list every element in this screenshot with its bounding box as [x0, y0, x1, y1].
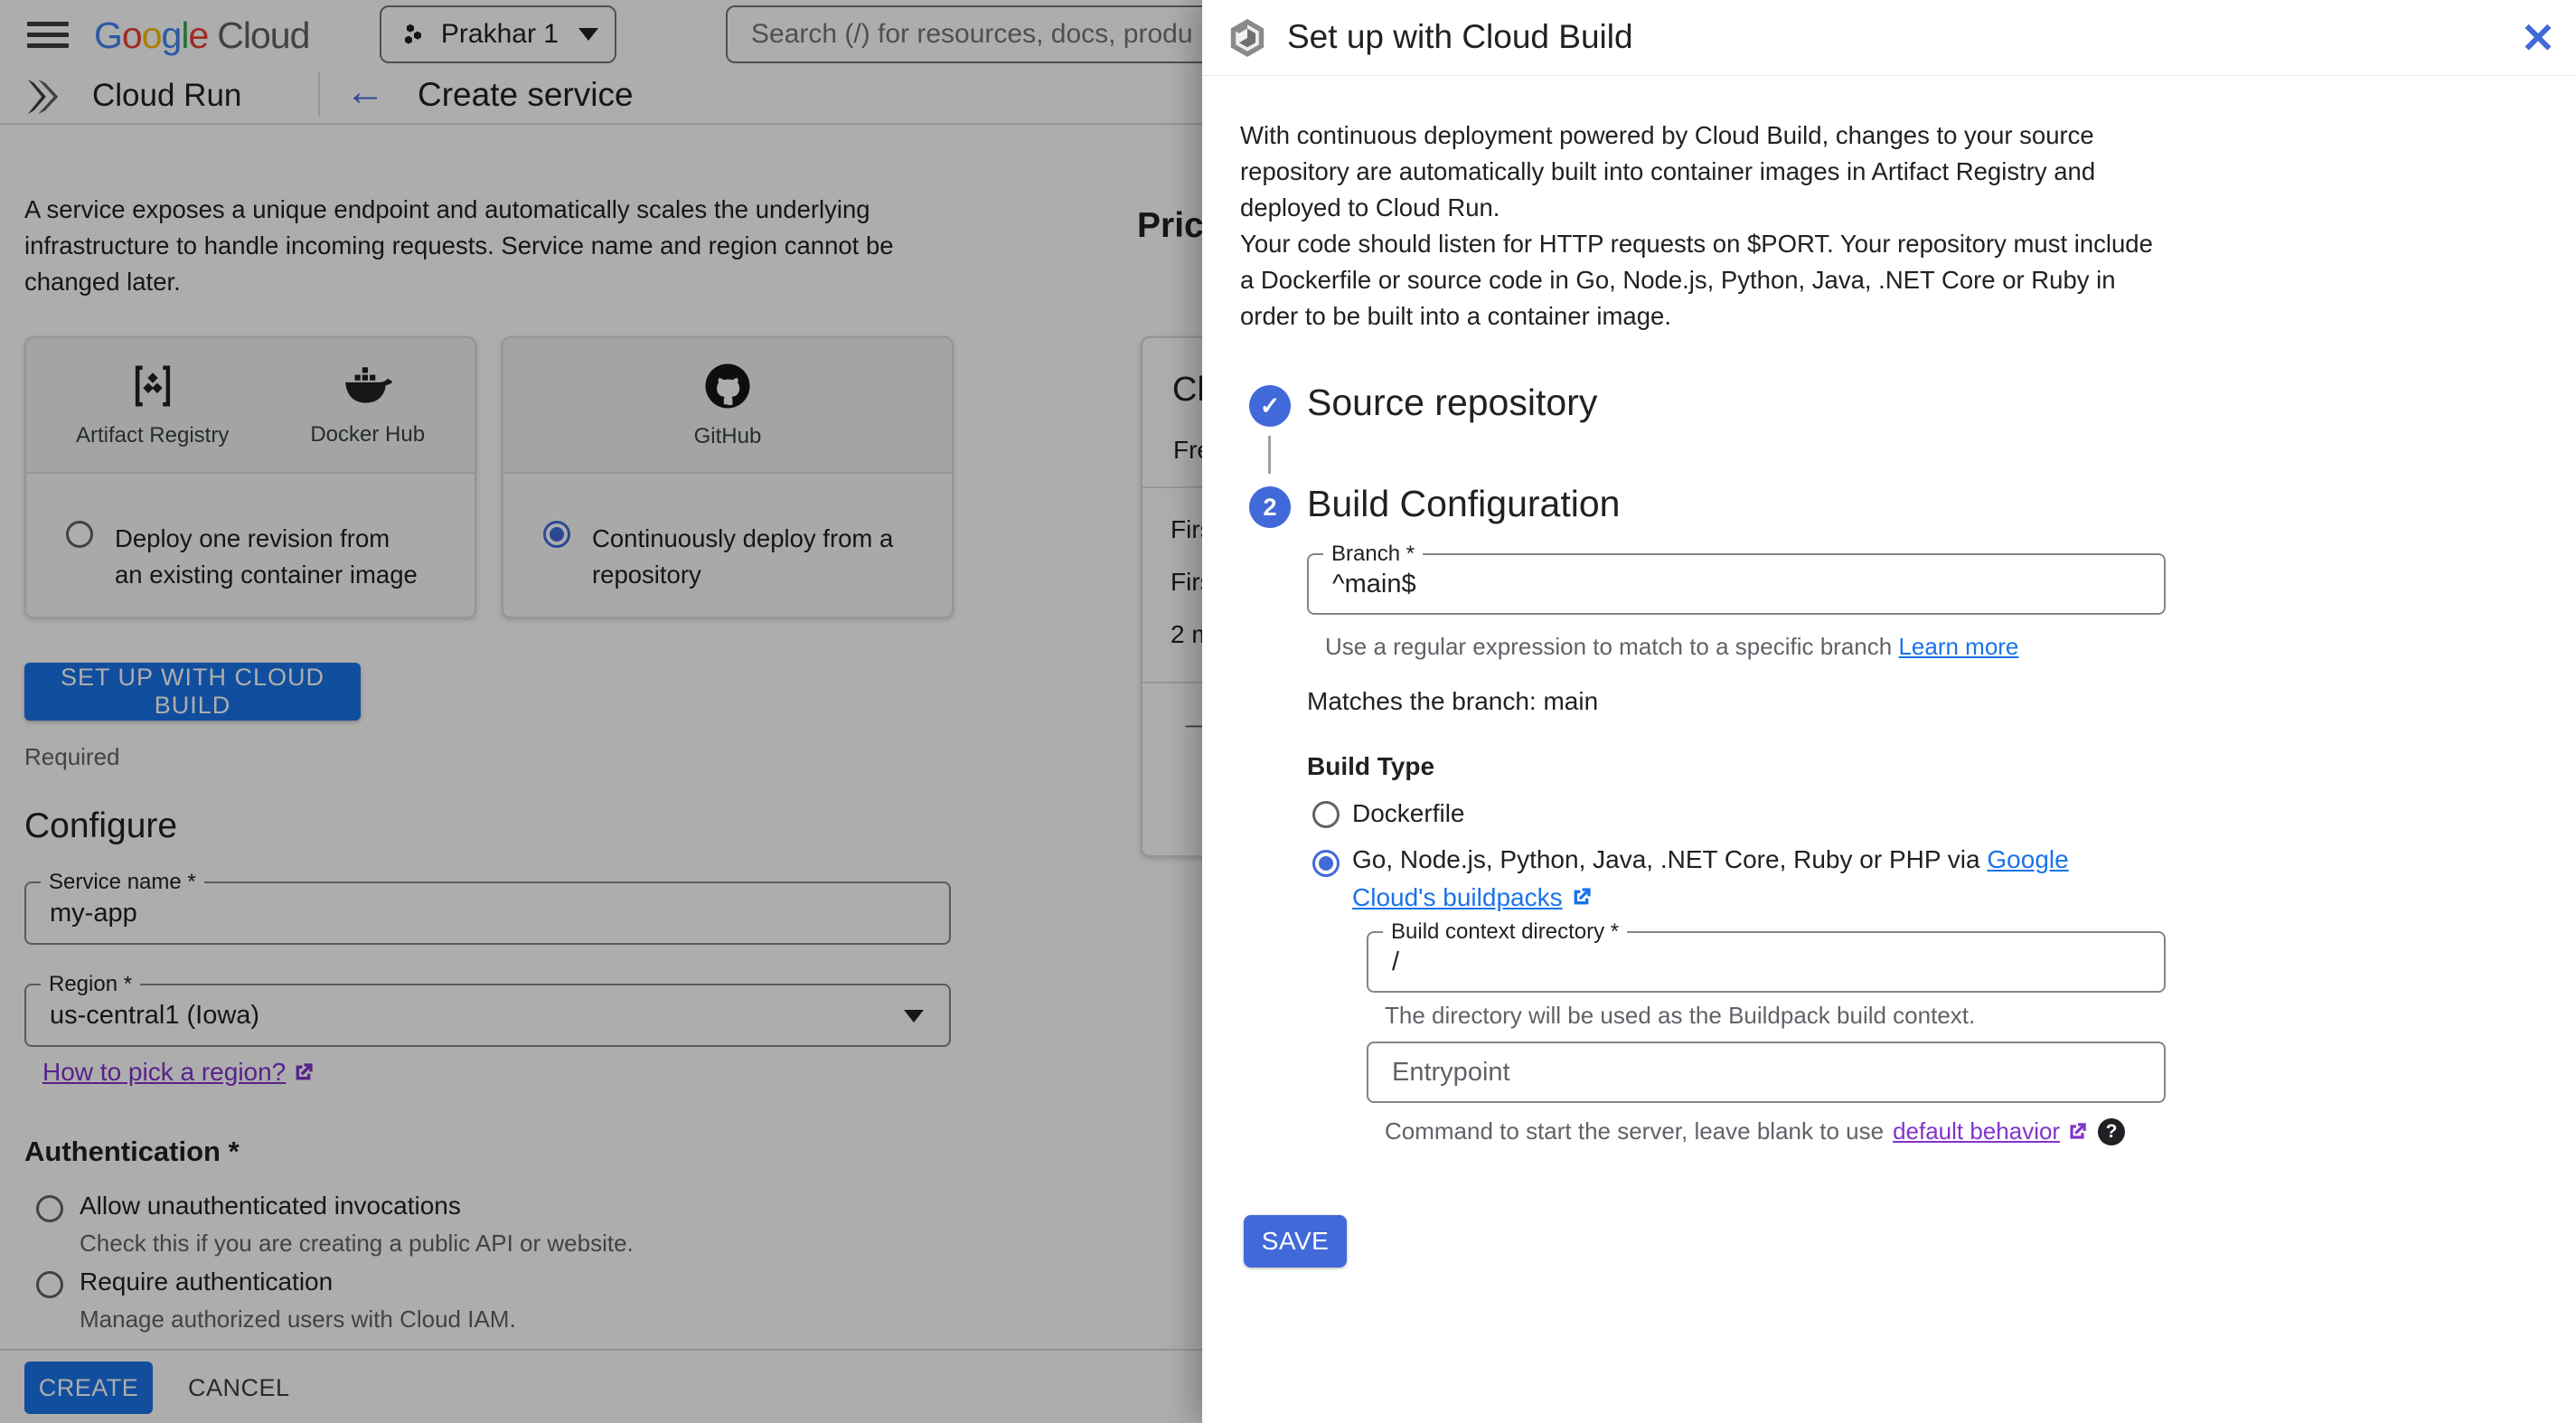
learn-more-link[interactable]: Learn more — [1898, 633, 2018, 660]
entrypoint-input[interactable] — [1368, 1043, 2164, 1101]
build-type-label: Build Type — [1307, 752, 1435, 780]
branch-input[interactable] — [1309, 555, 2164, 613]
step-connector-line — [1268, 436, 1271, 474]
dockerfile-radio[interactable] — [1312, 801, 1340, 828]
external-link-icon — [2070, 1122, 2086, 1139]
help-icon[interactable]: ? — [2098, 1117, 2126, 1145]
buildpacks-label-prefix: Go, Node.js, Python, Java, .NET Core, Ru… — [1352, 845, 1988, 873]
cloud-build-panel: Set up with Cloud Build ✕ With continuou… — [1202, 0, 2576, 1423]
step2-number-badge: 2 — [1249, 486, 1291, 528]
step1-title[interactable]: Source repository — [1307, 382, 1597, 424]
buildpacks-radio[interactable] — [1312, 850, 1340, 877]
close-icon[interactable]: ✕ — [2515, 14, 2562, 61]
dockerfile-label[interactable]: Dockerfile — [1352, 799, 1464, 828]
entrypoint-helper: Command to start the server, leave blank… — [1385, 1117, 2126, 1145]
buildpacks-label[interactable]: Go, Node.js, Python, Java, .NET Core, Ru… — [1352, 841, 2120, 917]
screen: GoogleCloud Prakhar 1 Cloud Run ← Create… — [0, 0, 2576, 1423]
default-behavior-link-text: default behavior — [1893, 1117, 2061, 1145]
branch-helper-text: Use a regular expression to match to a s… — [1325, 633, 2018, 661]
panel-title: Set up with Cloud Build — [1287, 18, 1633, 55]
panel-description-p2: Your code should listen for HTTP request… — [1240, 230, 2153, 330]
build-context-input[interactable] — [1368, 933, 2164, 991]
entrypoint-field[interactable] — [1367, 1041, 2166, 1103]
entrypoint-helper-prefix: Command to start the server, leave blank… — [1385, 1117, 1885, 1145]
default-behavior-link[interactable]: default behavior — [1893, 1117, 2089, 1145]
build-context-field[interactable]: Build context directory * — [1367, 919, 2166, 993]
panel-description-p1: With continuous deployment powered by Cl… — [1240, 121, 2096, 221]
step2-title[interactable]: Build Configuration — [1307, 483, 1620, 525]
save-button[interactable]: SAVE — [1244, 1215, 1347, 1268]
panel-description: With continuous deployment powered by Cl… — [1240, 118, 2171, 335]
branch-match-result: Matches the branch: main — [1307, 687, 1599, 715]
branch-field[interactable]: Branch * — [1307, 542, 2166, 615]
step1-check-badge: ✓ — [1249, 385, 1291, 427]
panel-header: Set up with Cloud Build ✕ — [1202, 0, 2576, 76]
cloud-build-icon — [1230, 19, 1264, 57]
branch-helper-prefix: Use a regular expression to match to a s… — [1325, 633, 1899, 660]
modal-dim-overlay — [0, 0, 1202, 1423]
external-link-icon — [1575, 888, 1591, 905]
build-context-helper: The directory will be used as the Buildp… — [1385, 1002, 1976, 1029]
